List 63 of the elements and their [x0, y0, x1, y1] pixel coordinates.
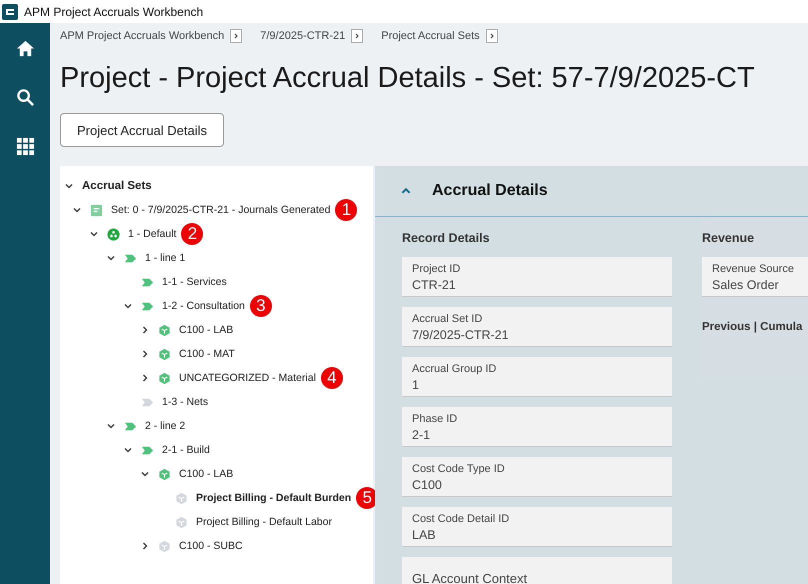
tree-item[interactable]: 1-1 - Services [162, 276, 227, 288]
chevron-down-icon[interactable] [89, 229, 99, 239]
chevron-down-icon[interactable] [123, 301, 133, 311]
tree-item[interactable]: UNCATEGORIZED - Material [179, 372, 316, 384]
page-title: Project - Project Accrual Details - Set: 57-7/9/2025-CT [60, 61, 756, 96]
tree-item[interactable]: C100 - MAT [179, 348, 235, 360]
chevron-right-icon[interactable] [140, 349, 150, 359]
field-value: 7/9/2025-CTR-21 [412, 328, 510, 342]
section-heading: Revenue [702, 231, 756, 245]
callout-badge: 1 [335, 199, 358, 221]
field-value: 2-1 [412, 428, 432, 442]
callout-badge: 2 [181, 223, 204, 245]
field-label: Cost Code Detail ID [412, 513, 510, 525]
field-label: Project ID [412, 263, 462, 275]
search-icon[interactable] [16, 88, 34, 107]
chevron-down-icon[interactable] [106, 253, 116, 263]
breadcrumb-link[interactable]: Project Accrual Sets [381, 30, 480, 42]
section-heading: Previous | Cumula [702, 321, 804, 333]
tree-item[interactable]: Set: 0 - 7/9/2025-CTR-21 - Journals Generated [111, 204, 330, 216]
callout-badge: 4 [320, 367, 343, 389]
callout-badge: 3 [250, 295, 272, 317]
details-title: Accrual Details [432, 182, 548, 200]
field-value: CTR-21 [412, 278, 457, 292]
window-title: APM Project Accruals Workbench [24, 4, 204, 18]
field-label: Phase ID [412, 413, 458, 425]
chevron-right-icon[interactable] [486, 29, 498, 43]
project-accrual-details-button[interactable]: Project Accrual Details [60, 113, 224, 147]
chevron-down-icon[interactable] [140, 469, 150, 479]
breadcrumb-link[interactable]: 7/9/2025-CTR-21 [260, 30, 346, 42]
chevron-down-icon[interactable] [123, 445, 133, 455]
tree-item[interactable]: Project Billing - Default Labor [196, 516, 332, 528]
apps-grid-icon[interactable] [16, 137, 34, 156]
tree-item[interactable]: C100 - LAB [179, 468, 234, 480]
tree-item[interactable]: C100 - SUBC [179, 540, 243, 552]
field-value: C100 [412, 478, 443, 492]
field-value: LAB [412, 528, 437, 542]
field-label: GL Account Context [412, 571, 528, 584]
field-label: Accrual Group ID [412, 363, 498, 375]
field-label: Accrual Set ID [412, 313, 484, 325]
tree-item[interactable]: 1 - Default [128, 228, 176, 240]
breadcrumb-link[interactable]: APM Project Accruals Workbench [60, 30, 224, 42]
chevron-right-icon[interactable] [351, 29, 364, 43]
field-value: 1 [412, 378, 420, 392]
chevron-down-icon[interactable] [64, 181, 74, 191]
field-value: Sales Order [712, 278, 780, 292]
chevron-right-icon[interactable] [140, 541, 150, 551]
tree-item[interactable]: 1 - line 1 [145, 252, 186, 264]
chevron-down-icon[interactable] [106, 421, 116, 431]
tree-heading: Accrual Sets [82, 180, 152, 192]
tree-item[interactable]: C100 - LAB [179, 324, 234, 336]
section-heading: Record Details [402, 231, 491, 245]
field-label: Cost Code Type ID [412, 463, 506, 475]
chevron-down-icon[interactable] [72, 205, 82, 215]
tree-item[interactable]: 1-2 - Consultation [162, 300, 245, 312]
field-label: Revenue Source [712, 263, 795, 275]
tree-item[interactable]: 1-3 - Nets [162, 396, 208, 408]
chevron-right-icon[interactable] [140, 373, 150, 383]
tree-item[interactable]: 2-1 - Build [162, 444, 210, 456]
chevron-right-icon[interactable] [230, 29, 242, 43]
home-icon[interactable] [16, 39, 34, 58]
chevron-right-icon[interactable] [140, 325, 150, 335]
tree-item[interactable]: Project Billing - Default Burden [196, 492, 352, 504]
tree-item[interactable]: 2 - line 2 [145, 420, 186, 432]
